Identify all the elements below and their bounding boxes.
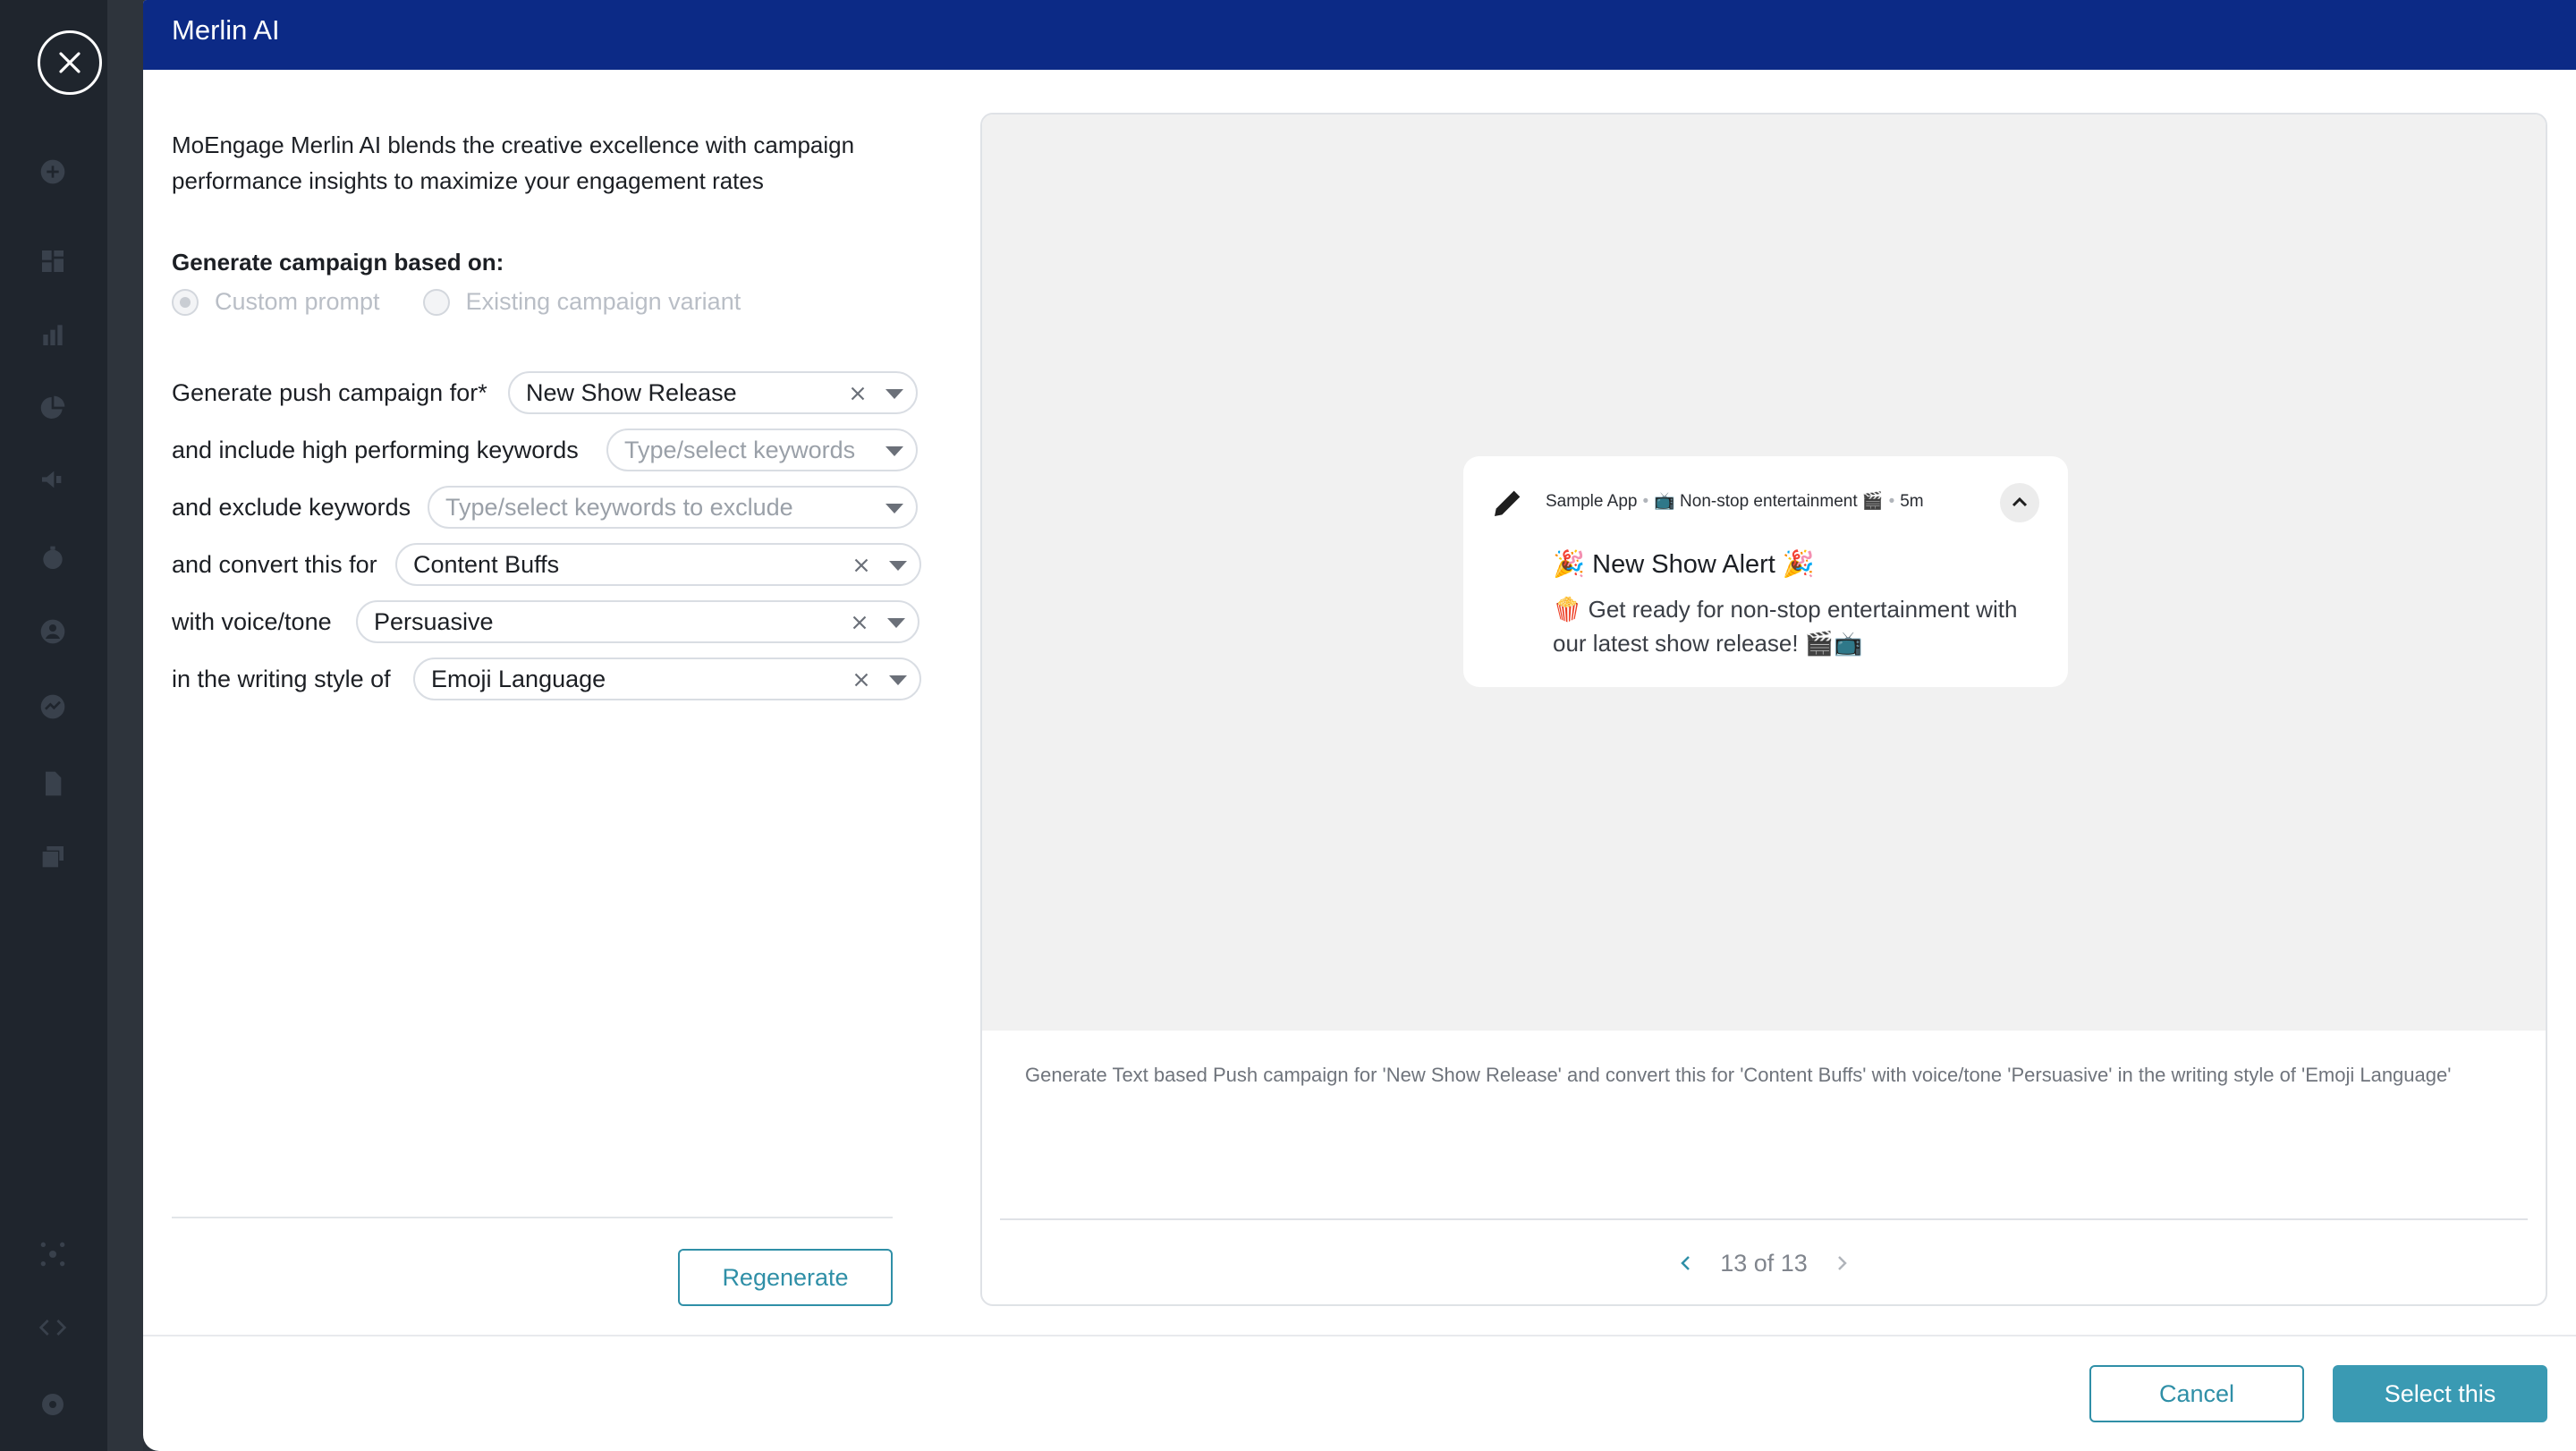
notification-time: 5m xyxy=(1900,492,1924,511)
chevron-left-icon xyxy=(1681,1256,1690,1270)
notification-meta: Sample App • 📺 Non-stop entertainment 🎬 • 5m xyxy=(1546,492,1924,511)
bar-chart-icon[interactable] xyxy=(37,318,69,351)
merlin-ai-drawer: Merlin AI MoEngage Merlin AI blends the … xyxy=(143,0,2576,1451)
select-this-button[interactable]: Select this xyxy=(2333,1365,2547,1422)
writing-style-label: in the writing style of xyxy=(172,665,391,692)
include-keywords-placeholder: Type/select keywords xyxy=(624,436,856,463)
dashboard-icon[interactable] xyxy=(37,245,69,277)
pager-count: 13 of 13 xyxy=(1720,1249,1808,1277)
push-campaign-row: Generate push campaign for* xyxy=(172,370,498,415)
voice-tone-row: with voice/tone xyxy=(172,599,343,644)
exclude-keywords-select[interactable]: Type/select keywords to exclude xyxy=(428,486,918,529)
voice-tone-select[interactable]: Persuasive xyxy=(356,600,919,643)
include-keywords-row: and include high performing keywords xyxy=(172,428,589,472)
chevron-down-icon[interactable] xyxy=(886,446,903,456)
clear-icon[interactable] xyxy=(848,611,871,634)
chevron-down-icon[interactable] xyxy=(886,504,903,513)
writing-style-value: Emoji Language xyxy=(431,665,606,692)
previous-variant-button[interactable] xyxy=(1668,1245,1704,1281)
generate-options: Custom prompt Existing campaign variant xyxy=(172,288,784,316)
chevron-down-icon[interactable] xyxy=(889,561,907,571)
chevron-down-icon[interactable] xyxy=(887,618,905,628)
document-icon[interactable] xyxy=(37,768,69,800)
collapse-notification-button[interactable] xyxy=(2000,483,2039,522)
close-icon xyxy=(59,52,80,73)
custom-prompt-label: Custom prompt xyxy=(215,288,380,315)
library-icon[interactable] xyxy=(37,841,69,873)
custom-prompt-radio[interactable] xyxy=(172,288,199,316)
notification-title: 🎉 New Show Alert 🎉 xyxy=(1553,550,1816,579)
clear-icon[interactable] xyxy=(850,668,873,692)
generate-based-on-label: Generate campaign based on: xyxy=(172,249,504,276)
chevron-right-icon xyxy=(1837,1256,1847,1270)
convert-for-label: and convert this for xyxy=(172,550,377,578)
clear-icon[interactable] xyxy=(850,554,873,577)
push-campaign-select[interactable]: New Show Release xyxy=(508,371,918,414)
exclude-keywords-label: and exclude keywords xyxy=(172,493,411,521)
user-icon[interactable] xyxy=(37,615,69,648)
preview-canvas: Sample App • 📺 Non-stop entertainment 🎬 • 5m… xyxy=(982,115,2546,1031)
preview-panel: Sample App • 📺 Non-stop entertainment 🎬 • 5m… xyxy=(980,113,2547,1306)
convert-for-select[interactable]: Content Buffs xyxy=(395,543,921,586)
exclude-keywords-row: and exclude keywords xyxy=(172,485,421,530)
intro-text: MoEngage Merlin AI blends the creative e… xyxy=(172,132,855,194)
notification-channel: 📺 Non-stop entertainment 🎬 xyxy=(1654,492,1884,511)
chevron-up-icon xyxy=(2012,496,2028,507)
include-keywords-label: and include high performing keywords xyxy=(172,436,579,463)
integrations-icon[interactable] xyxy=(37,1238,69,1270)
writing-style-row: in the writing style of xyxy=(172,657,402,701)
chevron-down-icon[interactable] xyxy=(886,389,903,399)
pie-chart-icon[interactable] xyxy=(37,392,69,424)
notification-app-name: Sample App xyxy=(1546,492,1638,511)
clear-icon[interactable] xyxy=(846,382,869,405)
drawer-header: Merlin AI xyxy=(143,0,2576,70)
megaphone-icon[interactable] xyxy=(37,463,69,496)
cancel-button[interactable]: Cancel xyxy=(2089,1365,2304,1422)
convert-for-value: Content Buffs xyxy=(413,550,560,578)
left-divider xyxy=(172,1217,893,1218)
edit-pencil-icon[interactable] xyxy=(1490,485,1526,521)
push-notification-preview: Sample App • 📺 Non-stop entertainment 🎬 • 5m… xyxy=(1463,456,2068,687)
analytics-icon[interactable] xyxy=(37,691,69,723)
notification-body: 🍿 Get ready for non-stop entertainment w… xyxy=(1553,596,2018,657)
chevron-down-icon[interactable] xyxy=(889,675,907,685)
regenerate-button[interactable]: Regenerate xyxy=(678,1249,893,1306)
include-keywords-select[interactable]: Type/select keywords xyxy=(606,429,918,471)
add-icon[interactable] xyxy=(37,156,69,188)
sidebar-strip xyxy=(107,0,143,1451)
writing-style-select[interactable]: Emoji Language xyxy=(413,658,921,700)
drawer-title: Merlin AI xyxy=(172,14,280,46)
code-icon[interactable] xyxy=(37,1311,69,1344)
app-sidebar xyxy=(0,0,107,1451)
close-drawer-button[interactable] xyxy=(38,30,102,95)
convert-for-row: and convert this for xyxy=(172,542,388,587)
existing-variant-radio[interactable] xyxy=(422,288,450,316)
variant-pager: 13 of 13 xyxy=(982,1245,2546,1281)
next-variant-button[interactable] xyxy=(1824,1245,1860,1281)
preview-divider xyxy=(1000,1218,2528,1220)
exclude-keywords-placeholder: Type/select keywords to exclude xyxy=(445,493,793,521)
generated-prompt-text: Generate Text based Push campaign for 'N… xyxy=(1025,1064,2452,1086)
timer-icon[interactable] xyxy=(37,542,69,574)
push-campaign-label: Generate push campaign for* xyxy=(172,378,487,406)
voice-tone-label: with voice/tone xyxy=(172,607,332,635)
settings-gear-icon[interactable] xyxy=(37,1388,69,1421)
footer-divider xyxy=(143,1335,2576,1336)
voice-tone-value: Persuasive xyxy=(374,607,494,635)
push-campaign-value: New Show Release xyxy=(526,378,737,406)
existing-variant-label: Existing campaign variant xyxy=(465,288,741,315)
